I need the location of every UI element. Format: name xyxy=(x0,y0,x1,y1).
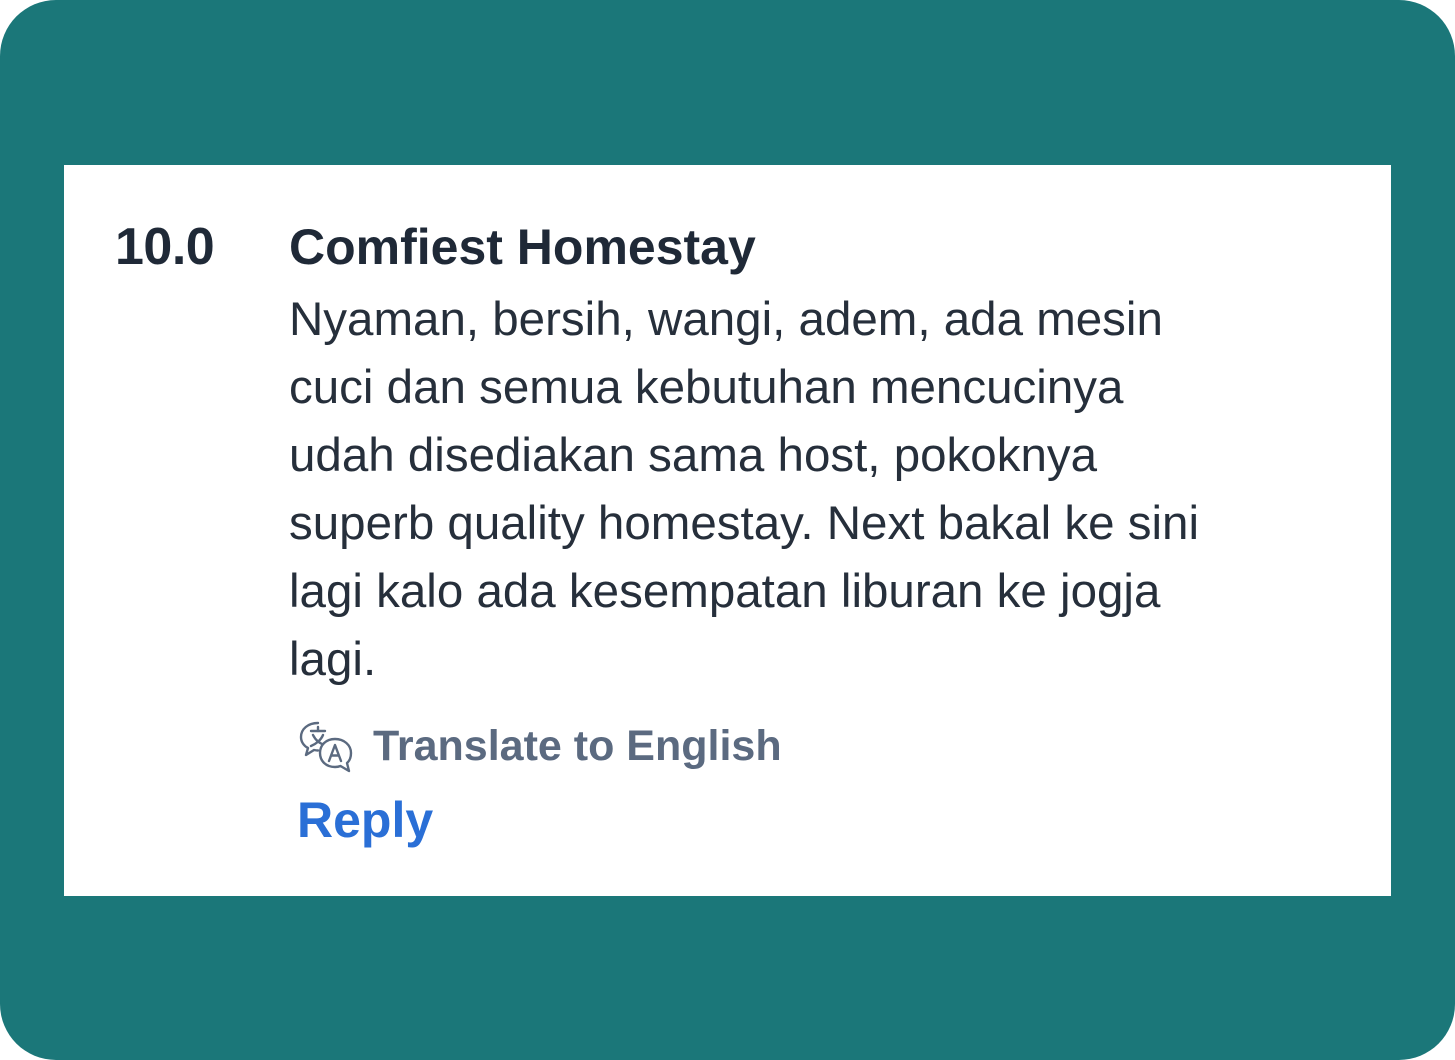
review-body-line: superb quality homestay. Next bakal ke s… xyxy=(289,497,1199,550)
translate-label: Translate to English xyxy=(373,721,782,770)
review-score: 10.0 xyxy=(115,218,215,276)
review-body-line: udah disediakan sama host, pokoknya xyxy=(289,429,1098,482)
outer-frame: 10.0 Comfiest Homestay Nyaman, bersih, w… xyxy=(0,0,1455,1060)
reply-link[interactable]: Reply xyxy=(297,788,433,852)
translate-icon xyxy=(297,717,355,775)
review-content: Comfiest Homestay Nyaman, bersih, wangi,… xyxy=(289,215,1359,852)
review-title: Comfiest Homestay xyxy=(289,219,756,275)
translate-button[interactable]: Translate to English xyxy=(297,714,1359,778)
review-body-line: cuci dan semua kebutuhan mencucinya xyxy=(289,361,1124,414)
review-card: 10.0 Comfiest Homestay Nyaman, bersih, w… xyxy=(64,165,1391,896)
review-body-line: lagi kalo ada kesempatan liburan ke jogj… xyxy=(289,565,1161,618)
review-body-line: Nyaman, bersih, wangi, adem, ada mesin xyxy=(289,293,1163,346)
review-body: Nyaman, bersih, wangi, adem, ada mesin c… xyxy=(289,286,1359,694)
review-body-line: lagi. xyxy=(289,633,377,686)
